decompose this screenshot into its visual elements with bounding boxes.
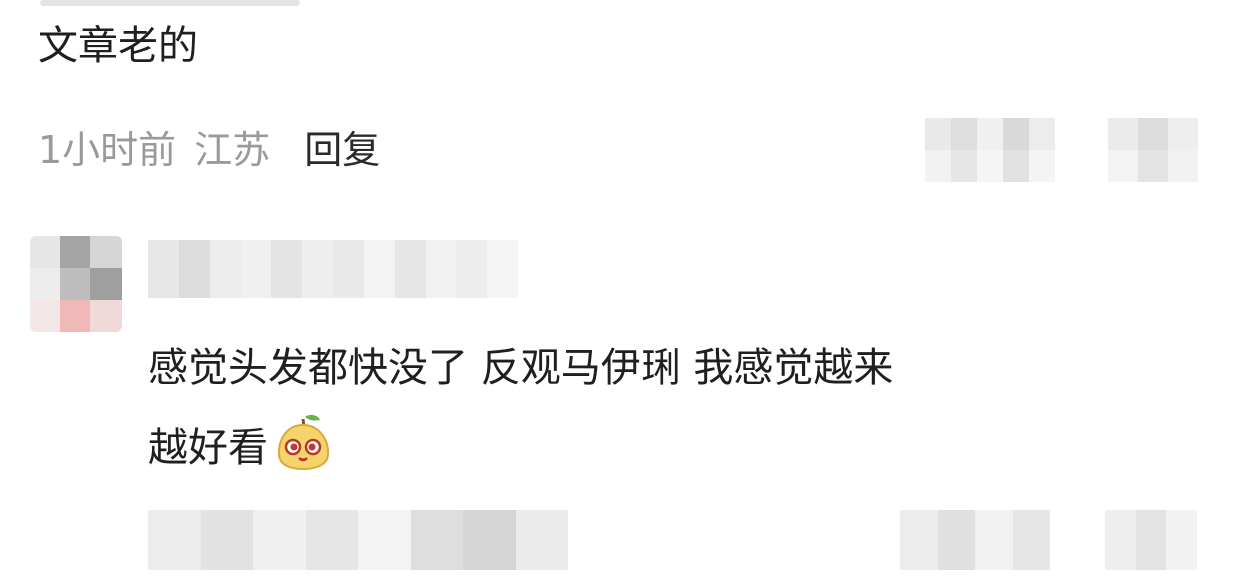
comment-time: 1小时前	[38, 127, 177, 172]
reply-text-line1: 感觉头发都快没了 反观马伊琍 我感觉越来	[148, 345, 894, 391]
reply-text-line2: 越好看	[148, 425, 268, 471]
blurred-like-icon[interactable]	[925, 118, 1055, 182]
blurred-username[interactable]	[148, 240, 518, 298]
avatar[interactable]	[30, 236, 122, 332]
comment-location: 江苏	[194, 127, 271, 172]
blurred-like-icon-reply[interactable]	[900, 510, 1050, 570]
blurred-previous-content	[40, 0, 300, 6]
reply-text: 感觉头发都快没了 反观马伊琍 我感觉越来 越好看	[148, 328, 1198, 488]
blurred-meta-row	[148, 510, 568, 570]
pear-face-emoji-icon	[274, 411, 332, 471]
reply-button[interactable]: 回复	[304, 119, 380, 174]
comment-text: 文章老的	[38, 23, 198, 69]
blurred-more-icon-reply[interactable]	[1105, 510, 1197, 570]
comment-meta: 1小时前 江苏 回复	[38, 118, 380, 174]
blurred-more-icon[interactable]	[1108, 118, 1198, 182]
